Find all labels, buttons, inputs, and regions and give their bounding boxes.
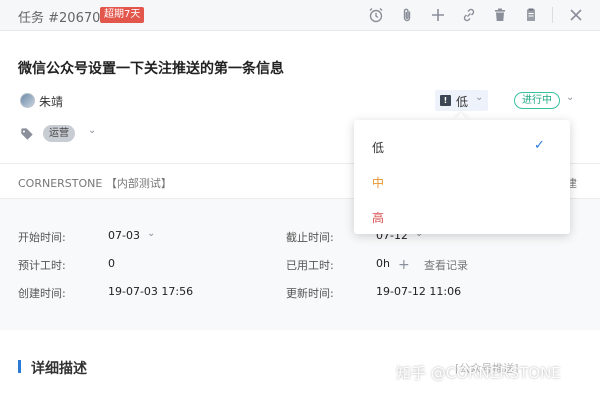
start-time-label: 开始时间: bbox=[18, 231, 66, 244]
estimate-value[interactable]: 0 bbox=[108, 257, 115, 270]
clipboard-icon[interactable] bbox=[521, 5, 541, 25]
task-title[interactable]: 微信公众号设置一下关注推送的第一条信息 bbox=[18, 58, 284, 78]
priority-option-label: 低 bbox=[372, 141, 385, 155]
alarm-clock-icon[interactable] bbox=[366, 5, 386, 25]
project-name[interactable]: CORNERSTONE 【内部测试】 bbox=[18, 175, 172, 191]
trash-icon[interactable] bbox=[490, 5, 510, 25]
priority-option-high[interactable]: 高 bbox=[354, 200, 570, 234]
priority-label: 低 bbox=[456, 95, 469, 109]
start-time-value[interactable]: 07-03 bbox=[108, 229, 140, 242]
detail-accent-bar bbox=[18, 360, 21, 373]
priority-option-medium[interactable]: 中 bbox=[354, 165, 570, 199]
updated-label: 更新时间: bbox=[286, 287, 334, 300]
assignee-name[interactable]: 朱靖 bbox=[39, 93, 63, 110]
priority-dropdown: 低 ✓ 中 高 bbox=[354, 120, 570, 234]
priority-option-low[interactable]: 低 ✓ bbox=[354, 130, 570, 164]
task-header: 任务 #20670 超期7天 bbox=[0, 0, 600, 31]
deadline-label: 截止时间: bbox=[286, 231, 334, 244]
status-chevron-down-icon[interactable]: ⌄ bbox=[566, 92, 574, 103]
status-badge[interactable]: 进行中 bbox=[514, 92, 560, 109]
tag-chevron-down-icon[interactable]: ⌄ bbox=[88, 125, 96, 136]
view-records-link[interactable]: 查看记录 bbox=[424, 257, 468, 273]
priority-flag-icon: ! bbox=[440, 95, 451, 106]
created-value: 19-07-03 17:56 bbox=[108, 285, 194, 298]
start-chevron-down-icon[interactable]: ⌄ bbox=[147, 228, 155, 239]
task-id: 任务 #20670 bbox=[18, 11, 101, 26]
detail-title: 详细描述 bbox=[31, 361, 87, 377]
created-label: 创建时间: bbox=[18, 287, 66, 300]
estimate-label: 预计工时: bbox=[18, 259, 66, 272]
tag-icon[interactable] bbox=[20, 126, 34, 140]
used-time-label: 已用工时: bbox=[286, 259, 334, 272]
plus-icon[interactable] bbox=[428, 5, 448, 25]
priority-option-label: 高 bbox=[372, 211, 385, 225]
tag-chip[interactable]: 运营 bbox=[43, 125, 75, 142]
avatar[interactable] bbox=[20, 93, 35, 108]
priority-selector[interactable]: ! 低 ⌄ bbox=[435, 90, 488, 111]
priority-option-label: 中 bbox=[372, 176, 385, 190]
used-time-value: 0h bbox=[376, 257, 390, 270]
overdue-badge: 超期7天 bbox=[100, 7, 145, 23]
updated-value: 19-07-12 11:06 bbox=[376, 285, 462, 298]
watermark: 知乎 @CORNERSTONE bbox=[396, 364, 561, 382]
check-icon: ✓ bbox=[534, 138, 545, 153]
add-time-icon[interactable]: + bbox=[398, 258, 410, 272]
chevron-down-icon: ⌄ bbox=[475, 92, 484, 103]
paperclip-icon[interactable] bbox=[397, 5, 417, 25]
close-icon[interactable] bbox=[566, 5, 586, 25]
toolbar-divider bbox=[552, 7, 553, 23]
link-icon[interactable] bbox=[459, 5, 479, 25]
